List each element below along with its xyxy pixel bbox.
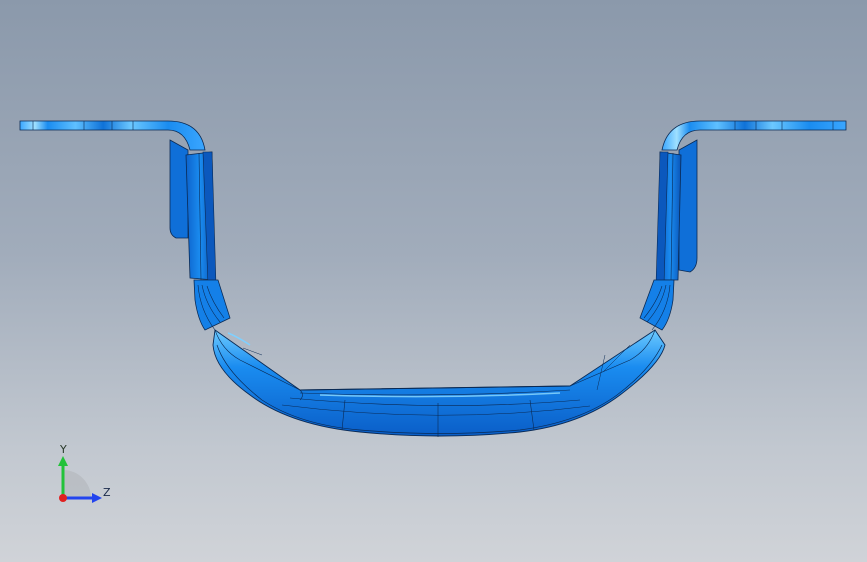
bottom-channel[interactable]: [212, 329, 666, 437]
y-axis-arrow-icon: [58, 456, 68, 466]
z-axis-label: Z: [103, 486, 111, 499]
z-axis-arrow-icon: [92, 493, 102, 503]
right-wall[interactable]: [639, 139, 698, 331]
graphics-viewport[interactable]: Y Z: [0, 0, 867, 562]
left-wall[interactable]: [169, 139, 231, 331]
sheet-metal-bracket-model[interactable]: [0, 0, 867, 562]
coordinate-triad: Y Z: [58, 443, 111, 503]
y-axis-label: Y: [59, 443, 67, 456]
x-axis-dot: [59, 494, 67, 502]
